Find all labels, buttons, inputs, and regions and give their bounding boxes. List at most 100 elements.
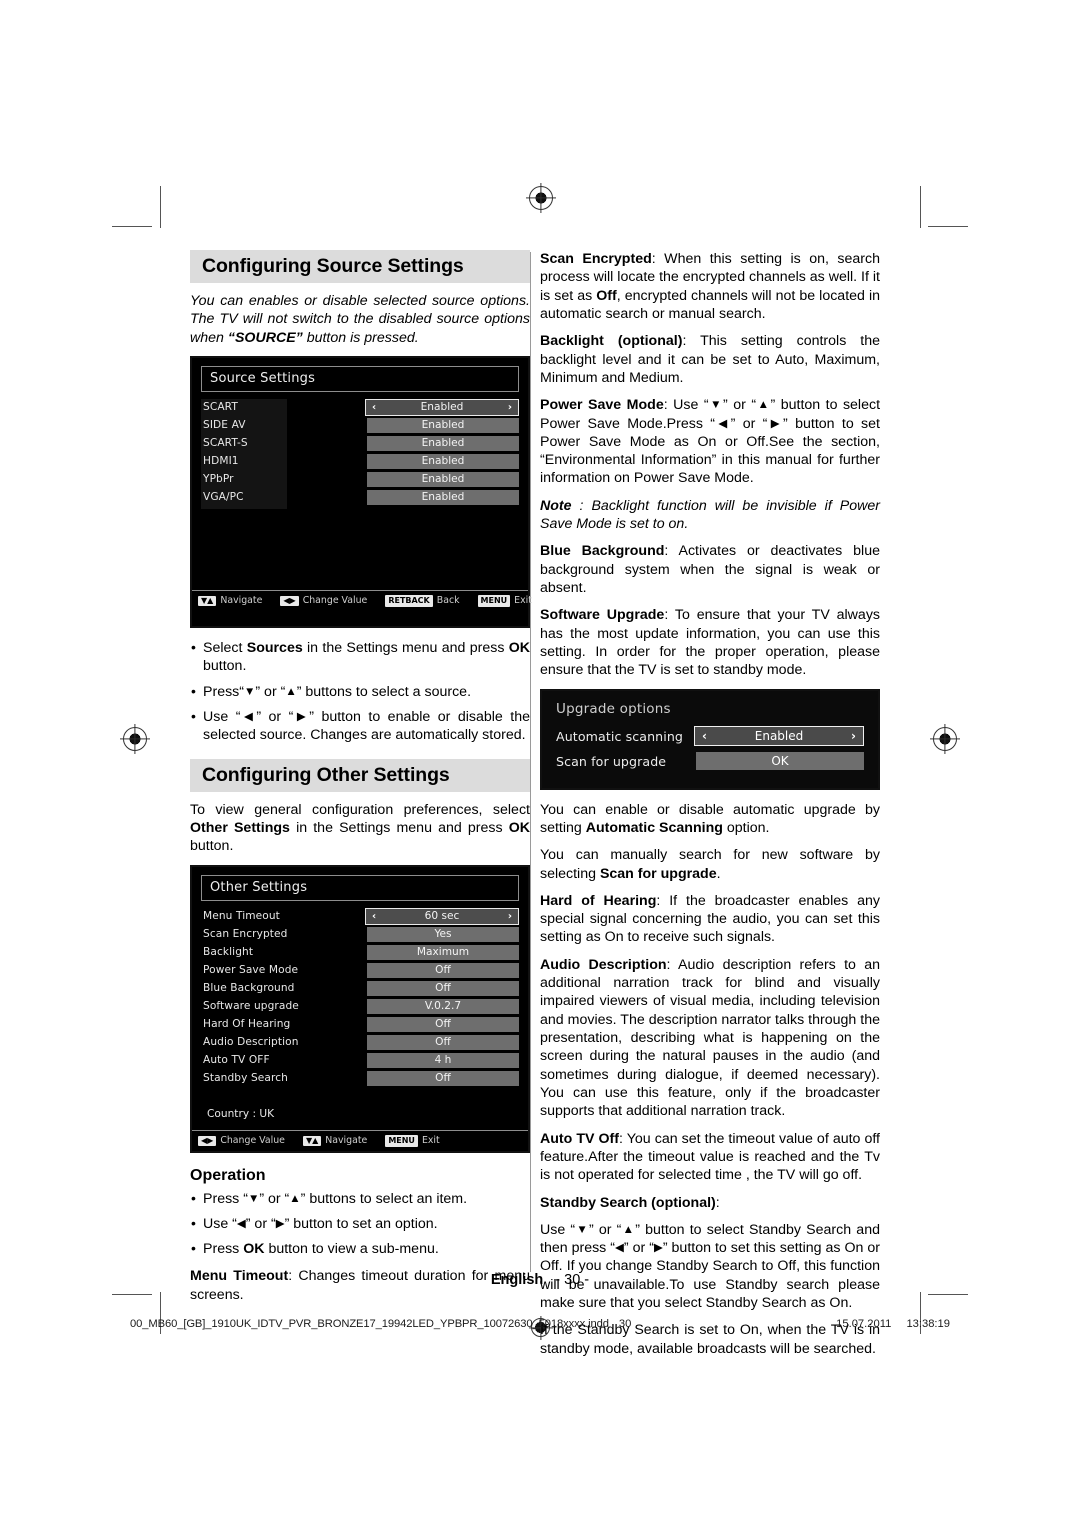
other-setting-row-label: Scan Encrypted [203, 928, 288, 941]
crop-mark-bottom-left-h [112, 1294, 152, 1295]
other-setting-row-label: Blue Background [203, 982, 295, 995]
source-settings-bullet: Press“▼” or “▲” buttons to select a sour… [190, 682, 530, 701]
chevron-right-icon[interactable]: › [851, 727, 856, 745]
other-osd-hint-label: Navigate [325, 1135, 368, 1147]
source-intro-part2: button is pressed. [302, 329, 419, 346]
source-setting-row-value[interactable]: Enabled [367, 471, 519, 487]
operation-bullet-fragment: ▶ [275, 1217, 285, 1230]
other-setting-row-value[interactable]: Off [367, 1034, 519, 1050]
other-setting-row-value[interactable]: Off [367, 962, 519, 978]
other-setting-row-value[interactable]: V.0.2.7 [367, 998, 519, 1014]
chevron-left-icon[interactable]: ‹ [702, 727, 707, 745]
other-osd-hint: ▼▲ Navigate [302, 1135, 368, 1147]
other-setting-row[interactable]: Power Save Mode Off [201, 962, 519, 979]
registration-mark-right [933, 727, 957, 751]
source-settings-bullet: Select Sources in the Settings menu and … [190, 638, 530, 676]
print-footer-page: 30 [618, 1318, 632, 1330]
other-osd-hint: MENU Exit [385, 1134, 440, 1147]
right-bottom-paragraph: Standby Search (optional): [540, 1194, 880, 1212]
source-setting-row-value[interactable]: Enabled [367, 489, 519, 505]
other-setting-row-value[interactable]: Yes [367, 926, 519, 942]
manual-page: Configuring Source Settings You can enab… [0, 0, 1080, 1528]
source-setting-row[interactable]: SCART-S Enabled [201, 435, 519, 452]
right-column-top-paragraphs: Scan Encrypted: When this setting is on,… [540, 250, 880, 680]
operation-bullet-fragment: ▲ [289, 1192, 301, 1205]
other-settings-intro: To view general configuration preference… [190, 801, 530, 856]
other-setting-row-value[interactable]: Off [367, 1016, 519, 1032]
other-settings-intro-fragment: To view general configuration preference… [190, 801, 530, 818]
other-setting-row[interactable]: Audio Description Off [201, 1034, 519, 1051]
chevron-right-icon[interactable]: › [508, 909, 512, 924]
other-setting-row[interactable]: Backlight Maximum [201, 944, 519, 961]
source-setting-row-value[interactable]: Enabled [367, 453, 519, 469]
other-setting-row[interactable]: Scan Encrypted Yes [201, 926, 519, 943]
right-bottom-paragraph-fragment: ” or “ [588, 1221, 622, 1238]
right-top-paragraph-fragment: Blue Background [540, 543, 665, 560]
print-footer-line: 00_MB60_[GB]_1910UK_IDTV_PVR_BRONZE17_19… [130, 1318, 950, 1330]
section-heading-configuring-source-settings: Configuring Source Settings [190, 250, 530, 284]
upgrade-option-value[interactable]: ‹ Enabled › [694, 726, 864, 747]
right-bottom-paragraph-fragment: Audio Description [540, 956, 667, 973]
other-setting-row-value[interactable]: Off [367, 980, 519, 996]
source-setting-row[interactable]: VGA/PC Enabled [201, 489, 519, 506]
crop-mark-top-right-h [928, 226, 968, 227]
upgrade-option-value-text: Enabled [754, 729, 804, 744]
other-setting-row[interactable]: Menu Timeout ‹ 60 sec › [201, 907, 519, 925]
other-setting-row-label: Power Save Mode [203, 964, 299, 977]
other-setting-row-value[interactable]: 4 h [367, 1052, 519, 1068]
upgrade-option-row[interactable]: Scan for upgrade OK [556, 751, 864, 772]
right-top-paragraph-fragment: Scan Encrypted [540, 251, 652, 267]
source-settings-bullet-fragment: ▲ [285, 685, 297, 698]
chevron-left-icon[interactable]: ‹ [372, 400, 376, 415]
chevron-left-icon[interactable]: ‹ [372, 909, 376, 924]
right-top-paragraph-fragment: ” or “ [730, 415, 768, 432]
source-settings-bullet-fragment: ▼ [244, 685, 256, 698]
source-setting-row-value[interactable]: ‹ Enabled › [365, 398, 519, 416]
other-settings-intro-fragment: OK [508, 819, 530, 836]
other-setting-row[interactable]: Standby Search Off [201, 1070, 519, 1087]
osd-title-upgrade-options: Upgrade options [556, 700, 671, 717]
source-osd-hint: ▼▲ Navigate [198, 595, 262, 606]
upgrade-option-label: Automatic scanning [556, 728, 684, 744]
source-setting-row[interactable]: HDMI1 Enabled [201, 453, 519, 470]
source-setting-row[interactable]: YPbPr Enabled [201, 471, 519, 488]
right-bottom-paragraph-fragment: ▼ [575, 1223, 589, 1236]
source-setting-row-value[interactable]: Enabled [367, 417, 519, 433]
other-setting-row-value[interactable]: ‹ 60 sec › [365, 907, 519, 925]
osd-title-source-settings: Source Settings [201, 365, 519, 392]
source-settings-bullet-fragment: Press“ [203, 683, 244, 700]
upgrade-options-osd-screenshot: Upgrade options Automatic scanning ‹ Enabl… [540, 688, 880, 790]
chevron-right-icon[interactable]: › [508, 400, 512, 415]
upgrade-option-value[interactable]: OK [696, 752, 864, 771]
crop-mark-top-right-v [920, 186, 921, 228]
right-top-paragraph-fragment: Software Upgrade [540, 607, 665, 624]
other-setting-row[interactable]: Blue Background Off [201, 980, 519, 997]
right-bottom-paragraph: Use “▼” or “▲” button to select Standby … [540, 1221, 880, 1313]
other-setting-row[interactable]: Software upgrade V.0.2.7 [201, 998, 519, 1015]
source-osd-hint-label: Navigate [220, 595, 263, 607]
registration-mark-top [529, 186, 553, 210]
osd-country-label: Country : UK [207, 1107, 275, 1120]
right-bottom-paragraph-fragment: ▶ [653, 1242, 663, 1255]
other-setting-row-value[interactable]: Maximum [367, 944, 519, 960]
source-settings-bullet-fragment: in the Settings menu and press [302, 639, 509, 656]
operation-bullet-fragment: OK [243, 1241, 265, 1258]
operation-bullet: Use “◀” or “▶” button to set an option. [190, 1214, 530, 1233]
other-setting-row[interactable]: Hard Of Hearing Off [201, 1016, 519, 1033]
source-intro-bold: “SOURCE” [227, 329, 303, 346]
upgrade-option-row[interactable]: Automatic scanning ‹ Enabled › [556, 726, 864, 747]
right-top-paragraph-fragment: : Use “ [663, 397, 709, 414]
source-setting-row[interactable]: SIDE AV Enabled [201, 417, 519, 434]
right-column: Scan Encrypted: When this setting is on,… [540, 250, 880, 1367]
source-setting-row-value[interactable]: Enabled [367, 435, 519, 451]
source-setting-row[interactable]: SCART ‹ Enabled › [201, 398, 519, 416]
other-setting-row-label: Auto TV OFF [203, 1054, 270, 1067]
other-setting-row-value[interactable]: Off [367, 1070, 519, 1086]
other-setting-row-label: Audio Description [203, 1036, 299, 1049]
other-setting-row[interactable]: Auto TV OFF 4 h [201, 1052, 519, 1069]
footer-language: English [490, 1272, 544, 1288]
right-bottom-paragraph-fragment: ◀ [614, 1242, 624, 1255]
right-bottom-paragraph-fragment: Hard of Hearing [540, 892, 657, 909]
source-osd-hint-label: Change Value [302, 595, 368, 607]
osd-hint-bar-other: ◀▶ Change Value ▼▲ Navigate MENU Exit [192, 1129, 528, 1151]
